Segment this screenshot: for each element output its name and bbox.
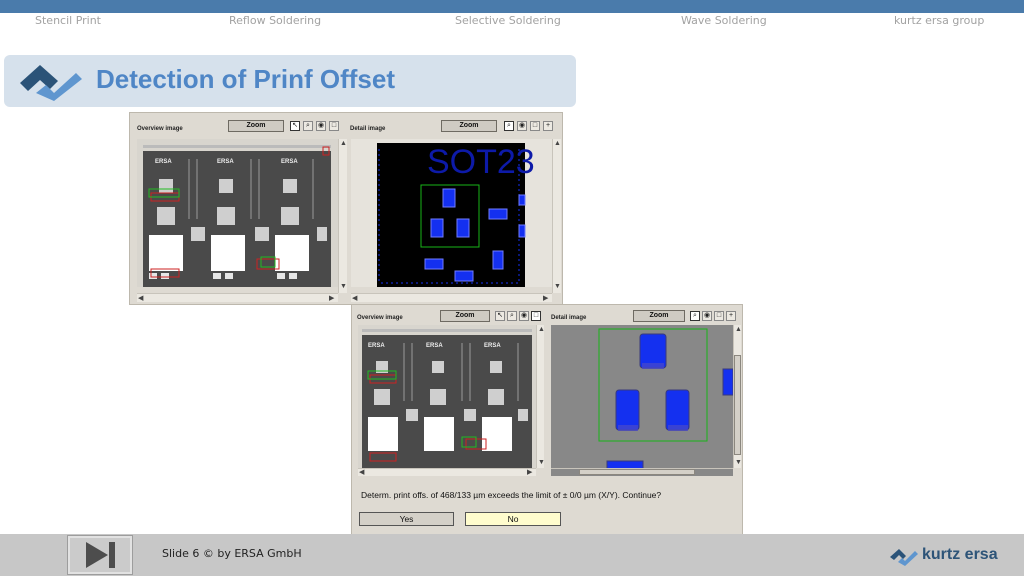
- plus-tool-icon[interactable]: +: [543, 121, 553, 131]
- scroll-left-arrow-icon[interactable]: ◀: [359, 469, 364, 476]
- scroll-down-arrow-icon[interactable]: ▼: [735, 459, 742, 466]
- footer-brand: kurtz ersa: [922, 546, 998, 563]
- detail-horizontal-scrollbar[interactable]: ◀ ▶: [351, 293, 552, 302]
- fit-tool-icon[interactable]: □: [531, 311, 541, 321]
- scroll-up-arrow-icon[interactable]: ▲: [538, 326, 545, 333]
- detail-zoom-button[interactable]: Zoom: [633, 310, 685, 322]
- yes-button[interactable]: Yes: [359, 512, 454, 526]
- title-box: Detection of Prinf Offset: [4, 55, 576, 107]
- overview-zoom-button[interactable]: Zoom: [440, 310, 490, 322]
- overview-image[interactable]: ERSA ERSA ERSA: [137, 139, 338, 287]
- pan-tool-icon[interactable]: ◉: [316, 121, 326, 131]
- overview-label: Overview image: [137, 126, 183, 132]
- overview-image[interactable]: ERSA ERSA ERSA: [358, 325, 536, 468]
- magnifier-tool-icon[interactable]: ⌕: [504, 121, 514, 131]
- board-brand-label: ERSA: [155, 159, 172, 165]
- nav-item-kurtz-ersa-group[interactable]: kurtz ersa group: [894, 14, 984, 27]
- scroll-down-arrow-icon[interactable]: ▼: [554, 283, 561, 290]
- magnifier-tool-icon[interactable]: ⌕: [303, 121, 313, 131]
- next-slide-button[interactable]: [67, 535, 133, 575]
- fit-tool-icon[interactable]: □: [329, 121, 339, 131]
- overview-vertical-scrollbar[interactable]: ▲ ▼: [338, 139, 347, 293]
- scroll-up-arrow-icon[interactable]: ▲: [554, 140, 561, 147]
- slide-number-text: Slide 6 © by ERSA GmbH: [162, 547, 302, 560]
- overview-zoom-button[interactable]: Zoom: [228, 120, 284, 132]
- detail-pads-graphic: SOT23: [377, 143, 535, 287]
- board-brand-label: ERSA: [217, 159, 234, 165]
- scroll-left-arrow-icon[interactable]: ◀: [138, 295, 143, 302]
- scroll-right-arrow-icon[interactable]: ▶: [527, 469, 532, 476]
- board-brand-label: ERSA: [484, 343, 501, 349]
- magnifier-tool-icon[interactable]: ⌕: [690, 311, 700, 321]
- footer-bar: Slide 6 © by ERSA GmbH kurtz ersa: [0, 534, 1024, 576]
- play-next-icon: [86, 542, 115, 568]
- page-title: Detection of Prinf Offset: [96, 64, 396, 94]
- board-brand-label: ERSA: [426, 343, 443, 349]
- board-brand-label: ERSA: [368, 343, 385, 349]
- top-nav: Stencil Print Reflow Soldering Selective…: [0, 13, 1024, 31]
- detail-image[interactable]: [551, 325, 733, 468]
- top-bar: [0, 0, 1024, 13]
- fit-tool-icon[interactable]: □: [530, 121, 540, 131]
- dialog-message: Determ. print offs. of 468/133 µm exceed…: [361, 490, 662, 500]
- screenshot-panel-top: Overview image Zoom ↖ ⌕ ◉ □ Detail image…: [129, 112, 563, 305]
- pan-tool-icon[interactable]: ◉: [702, 311, 712, 321]
- scroll-thumb[interactable]: [579, 469, 695, 475]
- scroll-up-arrow-icon[interactable]: ▲: [735, 326, 742, 333]
- scroll-thumb[interactable]: [734, 355, 741, 455]
- overview-vertical-scrollbar[interactable]: ▲ ▼: [536, 325, 545, 468]
- detail-label: Detail image: [551, 315, 587, 321]
- plus-tool-icon[interactable]: +: [726, 311, 736, 321]
- scroll-left-arrow-icon[interactable]: ◀: [352, 295, 357, 302]
- pan-tool-icon[interactable]: ◉: [519, 311, 529, 321]
- pointer-tool-icon[interactable]: ↖: [290, 121, 300, 131]
- detail-label: Detail image: [350, 126, 386, 132]
- detail-zoom-button[interactable]: Zoom: [441, 120, 497, 132]
- detail-pads-graphic: [598, 328, 733, 468]
- scroll-right-arrow-icon[interactable]: ▶: [543, 295, 548, 302]
- ersa-logo-icon: [20, 65, 82, 101]
- kurtz-ersa-logo-icon: [890, 549, 918, 566]
- detail-vertical-scrollbar[interactable]: ▲ ▼: [552, 139, 561, 293]
- nav-item-stencil-print[interactable]: Stencil Print: [35, 14, 101, 27]
- nav-item-selective-soldering[interactable]: Selective Soldering: [455, 14, 561, 27]
- slide: Stencil Print Reflow Soldering Selective…: [0, 0, 1024, 576]
- overview-horizontal-scrollbar[interactable]: ◀ ▶: [358, 468, 536, 476]
- detail-sot-label: SOT23: [427, 143, 535, 181]
- scroll-down-arrow-icon[interactable]: ▼: [538, 459, 545, 466]
- screenshot-panel-bottom: Overview image Zoom ↖ ⌕ ◉ □ Detail image…: [351, 304, 743, 536]
- detail-vertical-scrollbar[interactable]: ▲ ▼: [733, 325, 742, 468]
- nav-item-wave-soldering[interactable]: Wave Soldering: [681, 14, 767, 27]
- pan-tool-icon[interactable]: ◉: [517, 121, 527, 131]
- board-brand-label: ERSA: [281, 159, 298, 165]
- detail-horizontal-scrollbar[interactable]: [551, 468, 733, 476]
- fit-tool-icon[interactable]: □: [714, 311, 724, 321]
- detail-image[interactable]: SOT23: [351, 139, 552, 287]
- scroll-right-arrow-icon[interactable]: ▶: [329, 295, 334, 302]
- scroll-up-arrow-icon[interactable]: ▲: [340, 140, 347, 147]
- nav-item-reflow-soldering[interactable]: Reflow Soldering: [229, 14, 321, 27]
- magnifier-tool-icon[interactable]: ⌕: [507, 311, 517, 321]
- no-button[interactable]: No: [465, 512, 561, 526]
- pointer-tool-icon[interactable]: ↖: [495, 311, 505, 321]
- overview-horizontal-scrollbar[interactable]: ◀ ▶: [137, 293, 338, 302]
- scroll-down-arrow-icon[interactable]: ▼: [340, 283, 347, 290]
- overview-label: Overview image: [357, 315, 403, 321]
